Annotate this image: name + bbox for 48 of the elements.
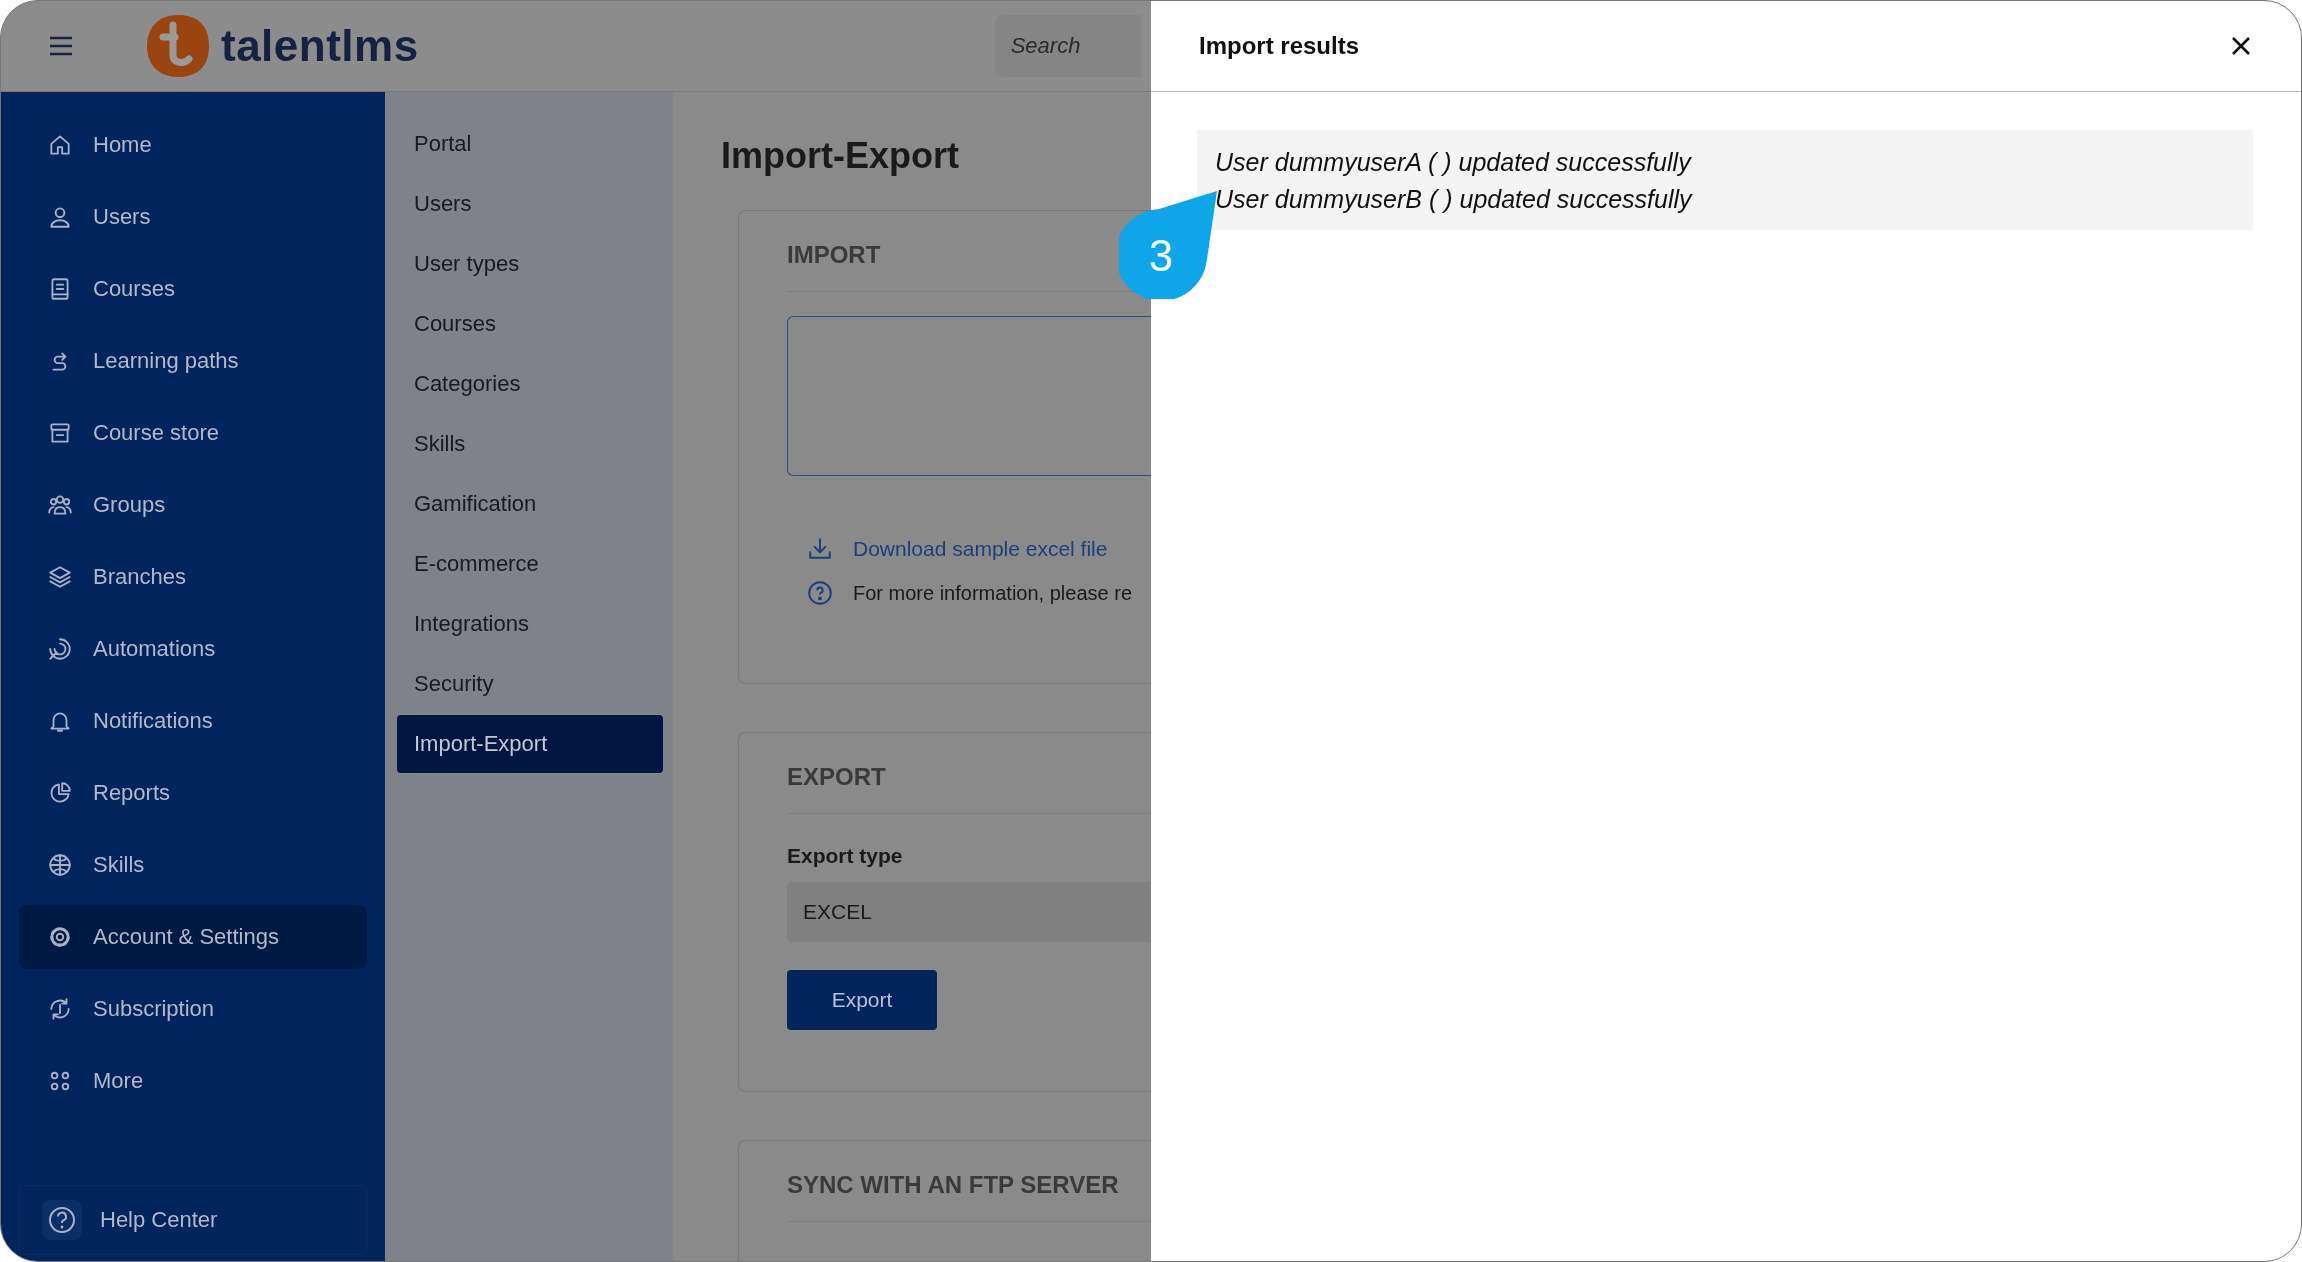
export-button[interactable]: Export bbox=[787, 970, 937, 1030]
globe-icon bbox=[47, 852, 73, 878]
sidebar-item[interactable]: Reports bbox=[19, 761, 367, 825]
settings-menu-item[interactable]: Skills bbox=[397, 415, 663, 473]
sidebar-item[interactable]: Users bbox=[19, 185, 367, 249]
logo-text: talentlms bbox=[221, 21, 419, 71]
help-icon bbox=[807, 580, 833, 606]
sidebar-item[interactable]: Learning paths bbox=[19, 329, 367, 393]
store-icon bbox=[47, 420, 73, 446]
settings-menu-item[interactable]: Portal bbox=[397, 115, 663, 173]
sidebar-item[interactable]: Account & Settings bbox=[19, 905, 367, 969]
download-icon bbox=[807, 536, 833, 562]
panel-title: Import results bbox=[1199, 32, 1360, 60]
settings-menu-item[interactable]: Gamification bbox=[397, 475, 663, 533]
people-icon bbox=[47, 492, 73, 518]
settings-menu-item[interactable]: Security bbox=[397, 655, 663, 713]
sidebar-item[interactable]: Course store bbox=[19, 401, 367, 465]
field-label: Export type bbox=[787, 844, 904, 868]
settings-menu-item[interactable]: Users bbox=[397, 175, 663, 233]
close-icon[interactable] bbox=[2231, 36, 2251, 56]
person-icon bbox=[47, 204, 73, 230]
page-title: Import-Export bbox=[721, 134, 960, 178]
sidebar-item[interactable]: Home bbox=[19, 113, 367, 177]
menu-icon[interactable] bbox=[49, 36, 73, 56]
settings-menu-item[interactable]: Categories bbox=[397, 355, 663, 413]
settings-menu-item[interactable]: E-commerce bbox=[397, 535, 663, 593]
sidebar-item[interactable]: Courses bbox=[19, 257, 367, 321]
help-center-button[interactable]: Help Center bbox=[19, 1185, 367, 1255]
info-text: For more information, please re bbox=[853, 581, 1132, 605]
sidebar-item[interactable]: Notifications bbox=[19, 689, 367, 753]
sidebar-item[interactable]: Branches bbox=[19, 545, 367, 609]
layers-icon bbox=[47, 564, 73, 590]
sidebar-item[interactable]: Groups bbox=[19, 473, 367, 537]
gear-icon bbox=[47, 924, 73, 950]
settings-menu-item[interactable]: Integrations bbox=[397, 595, 663, 653]
spiral-icon bbox=[47, 636, 73, 662]
sidebar-item[interactable]: Automations bbox=[19, 617, 367, 681]
settings-menu-item[interactable]: User types bbox=[397, 235, 663, 293]
result-message: User dummyuserA ( ) updated successfully bbox=[1215, 147, 1693, 178]
search-field[interactable]: Search bbox=[994, 15, 1141, 77]
sidebar-item[interactable]: More bbox=[19, 1049, 367, 1113]
export-type-select[interactable]: EXCEL bbox=[787, 882, 1152, 942]
help-icon bbox=[42, 1200, 82, 1240]
sidebar-item[interactable]: Subscription bbox=[19, 977, 367, 1041]
settings-menu-item[interactable]: Import-Export bbox=[397, 715, 663, 773]
settings-menu-item[interactable]: Courses bbox=[397, 295, 663, 353]
sidebar-item[interactable]: Skills bbox=[19, 833, 367, 897]
logo-icon bbox=[145, 13, 211, 79]
